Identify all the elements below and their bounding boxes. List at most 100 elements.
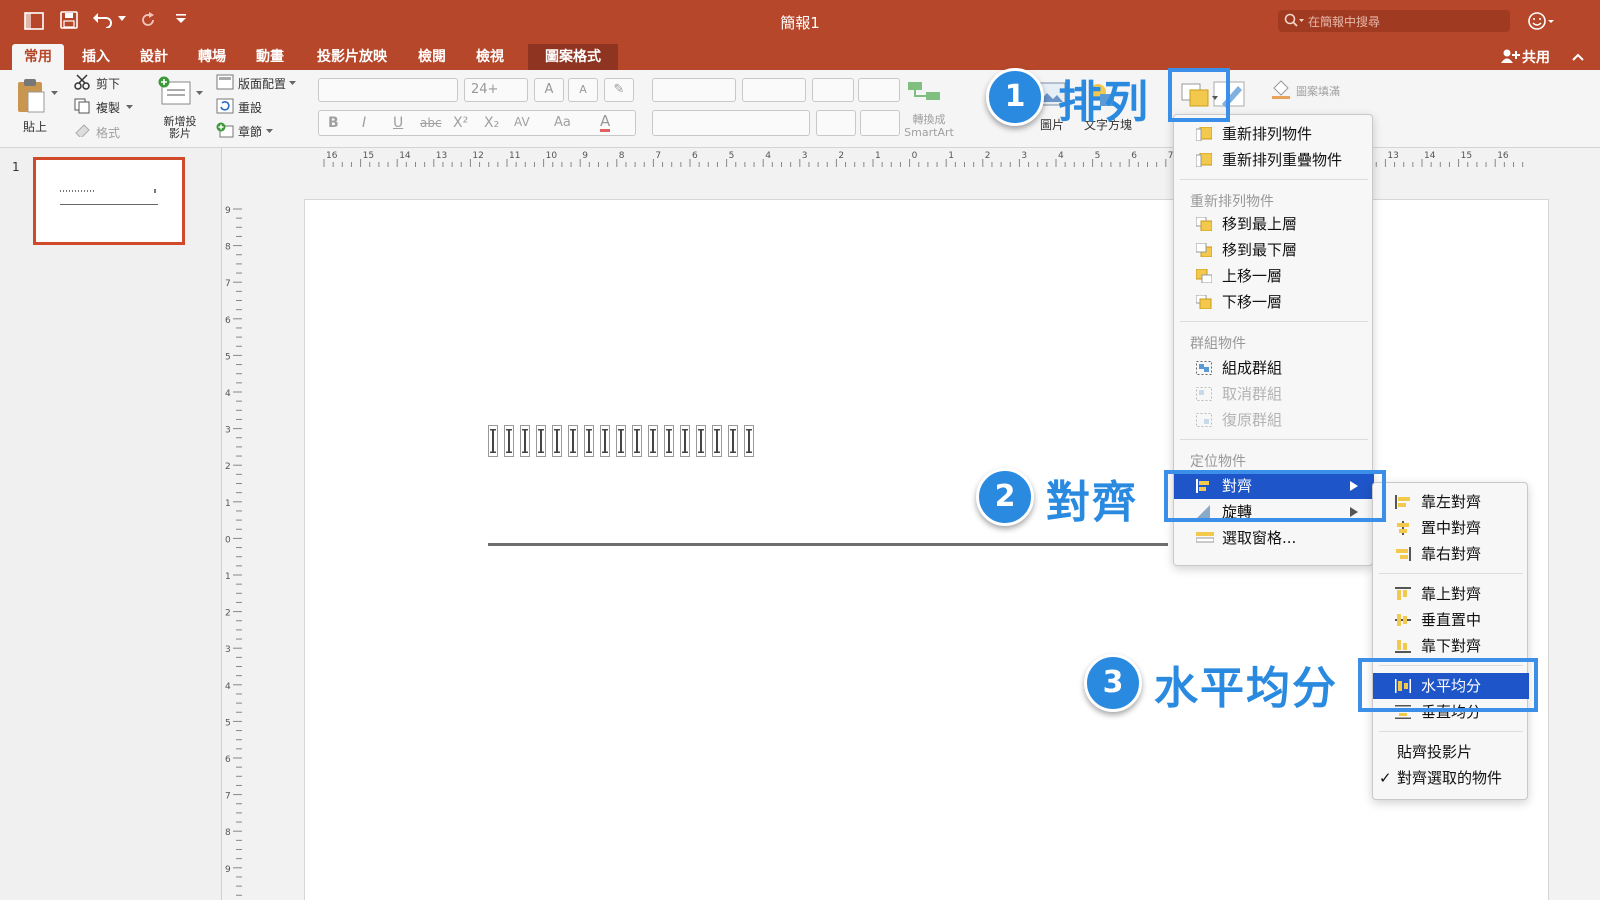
undo-dropdown-icon[interactable] (118, 14, 126, 22)
marker-shape[interactable] (680, 425, 690, 457)
menu-item-align-top[interactable]: 靠上對齊 (1373, 581, 1529, 607)
menu-item-send-backward[interactable]: 下移一層 (1174, 289, 1374, 315)
font-name-combobox[interactable] (318, 78, 458, 102)
alignment-group[interactable] (652, 110, 810, 136)
section-label[interactable]: 章節 (238, 123, 262, 140)
tab-shape-format[interactable]: 圖案格式 (528, 44, 618, 70)
marker-shape[interactable] (504, 425, 514, 457)
marker-shape[interactable] (536, 425, 546, 457)
menu-item-align-middle[interactable]: 垂直置中 (1373, 607, 1529, 633)
customize-toolbar-icon[interactable] (176, 14, 186, 24)
copy-dropdown-icon[interactable] (126, 104, 133, 110)
marker-shape[interactable] (632, 425, 642, 457)
copy-icon[interactable] (74, 98, 90, 114)
subscript-icon[interactable]: X₂ (484, 115, 499, 131)
tab-animations[interactable]: 動畫 (244, 44, 296, 70)
menu-item-align-left[interactable]: 靠左對齊 (1373, 489, 1529, 515)
columns-icon[interactable] (858, 78, 900, 102)
smartart-icon[interactable] (906, 80, 944, 106)
sidebar-toggle-icon[interactable] (24, 12, 44, 30)
menu-item-bring-to-front[interactable]: 移到最上層 (1174, 211, 1374, 237)
collapse-ribbon-icon[interactable] (1572, 53, 1584, 61)
menu-item-send-to-back[interactable]: 移到最下層 (1174, 237, 1374, 263)
marker-shape[interactable] (712, 425, 722, 457)
new-slide-dropdown-icon[interactable] (196, 90, 203, 96)
menu-item-selection-pane[interactable]: 選取窗格... (1174, 525, 1374, 551)
change-case-icon[interactable]: Aa (554, 115, 571, 130)
shrink-font-icon[interactable]: A (568, 78, 598, 102)
char-spacing-icon[interactable]: AV (514, 115, 530, 129)
marker-shape[interactable] (696, 425, 706, 457)
format-painter-icon[interactable] (74, 123, 92, 137)
tab-slideshow[interactable]: 投影片放映 (304, 44, 400, 70)
bold-icon[interactable]: B (328, 115, 339, 131)
strikethrough-icon[interactable]: abc (420, 116, 442, 130)
marker-shape[interactable] (600, 425, 610, 457)
share-button[interactable]: 共用 (1522, 47, 1550, 67)
menu-item-align-right[interactable]: 靠右對齊 (1373, 541, 1529, 567)
menu-item-reorder-objects[interactable]: 重新排列物件 (1174, 121, 1374, 147)
marker-shape[interactable] (664, 425, 674, 457)
section-dropdown-icon[interactable] (266, 128, 273, 134)
marker-shape[interactable] (728, 425, 738, 457)
marker-shape[interactable] (520, 425, 530, 457)
cut-label[interactable]: 剪下 (96, 75, 120, 92)
slide-thumbnail[interactable] (33, 157, 185, 245)
menu-item-snap-to-slide[interactable]: 貼齊投影片 (1373, 739, 1529, 765)
marker-shape[interactable] (616, 425, 626, 457)
reset-label[interactable]: 重設 (238, 99, 262, 116)
marker-shape[interactable] (552, 425, 562, 457)
marker-shape[interactable] (584, 425, 594, 457)
marker-shape[interactable] (744, 425, 754, 457)
clear-format-icon[interactable]: ✎ (604, 78, 634, 102)
reset-icon[interactable] (216, 98, 234, 114)
new-slide-icon[interactable] (158, 76, 192, 106)
smartart-label[interactable]: 轉換成 SmartArt (904, 113, 954, 139)
save-icon[interactable] (60, 11, 78, 29)
layout-label[interactable]: 版面配置 (238, 75, 286, 92)
redo-icon[interactable] (140, 12, 156, 28)
cut-icon[interactable] (74, 74, 90, 90)
indent-group[interactable] (742, 78, 806, 102)
menu-item-reorder-overlapping[interactable]: 重新排列重疊物件 (1174, 147, 1374, 173)
tab-design[interactable]: 設計 (128, 44, 180, 70)
undo-icon[interactable] (92, 12, 114, 28)
align-text-icon[interactable] (860, 110, 900, 136)
tab-home[interactable]: 常用 (12, 44, 64, 70)
menu-item-align-selected[interactable]: ✓ 對齊選取的物件 (1373, 765, 1529, 791)
marker-shape[interactable] (488, 425, 498, 457)
menu-item-group[interactable]: 組成群組 (1174, 355, 1374, 381)
menu-item-align-center[interactable]: 置中對齊 (1373, 515, 1529, 541)
font-size-combobox[interactable]: 24+ (464, 78, 528, 102)
bullets-group[interactable] (652, 78, 736, 102)
copy-label[interactable]: 複製 (96, 99, 120, 116)
tab-view[interactable]: 檢視 (464, 44, 516, 70)
shape-fill-icon[interactable] (1270, 78, 1292, 100)
paste-dropdown-icon[interactable] (51, 90, 58, 96)
section-icon[interactable] (216, 122, 234, 138)
layout-dropdown-icon[interactable] (289, 80, 296, 86)
marker-shape[interactable] (568, 425, 578, 457)
arrange-button-highlight[interactable] (1168, 68, 1230, 122)
superscript-icon[interactable]: X² (453, 115, 468, 131)
menu-item-bring-forward[interactable]: 上移一層 (1174, 263, 1374, 289)
horizontal-line-shape[interactable] (488, 543, 1168, 546)
layout-icon[interactable] (216, 74, 234, 90)
underline-icon[interactable]: U (393, 115, 403, 131)
tab-transitions[interactable]: 轉場 (186, 44, 238, 70)
text-direction-icon[interactable] (816, 110, 856, 136)
shape-fill-label[interactable]: 圖案填滿 (1296, 83, 1340, 99)
line-spacing-icon[interactable] (812, 78, 854, 102)
menu-separator (1180, 439, 1368, 440)
search-box[interactable]: 在簡報中搜尋 (1278, 10, 1510, 32)
marker-shape[interactable] (648, 425, 658, 457)
grow-font-icon[interactable]: A (534, 78, 564, 102)
font-color-icon[interactable]: A (600, 113, 611, 132)
tab-review[interactable]: 檢閱 (406, 44, 458, 70)
format-painter-label[interactable]: 格式 (96, 124, 120, 141)
tab-insert[interactable]: 插入 (70, 44, 122, 70)
paste-icon[interactable] (16, 78, 46, 114)
italic-icon[interactable]: I (362, 115, 366, 131)
menu-item-align-bottom[interactable]: 靠下對齊 (1373, 633, 1529, 659)
smiley-feedback-icon[interactable] (1528, 11, 1554, 31)
